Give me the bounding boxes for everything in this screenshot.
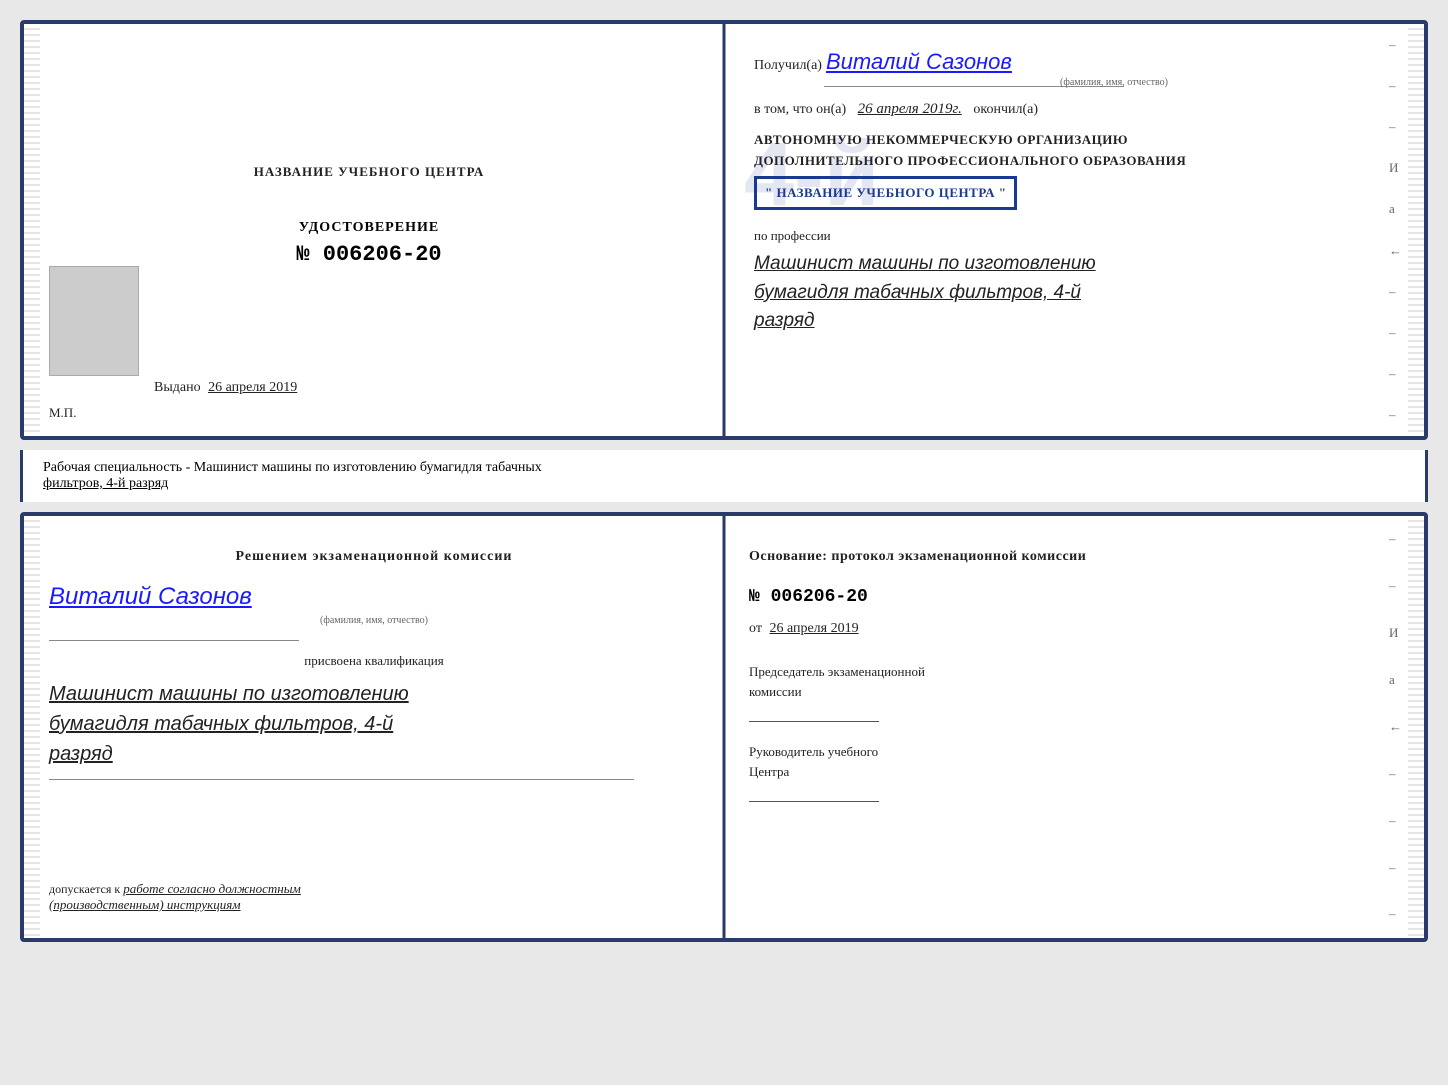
info-text2: фильтров, 4-й разряд xyxy=(43,476,168,491)
diploma-top-left: НАЗВАНИЕ УЧЕБНОГО ЦЕНТРА УДОСТОВЕРЕНИЕ №… xyxy=(24,24,714,436)
profession-line1: Машинист машины по изготовлению xyxy=(754,253,1096,274)
rukovoditel-block: Руководитель учебного Центра xyxy=(749,742,1399,802)
info-text: Рабочая специальность - Машинист машины … xyxy=(43,460,542,475)
diploma-top: НАЗВАНИЕ УЧЕБНОГО ЦЕНТРА УДОСТОВЕРЕНИЕ №… xyxy=(20,20,1428,440)
poluchil-name: Виталий Сазонов xyxy=(826,49,1012,74)
org-line2: ДОПОЛНИТЕЛЬНОГО ПРОФЕССИОНАЛЬНОГО ОБРАЗО… xyxy=(754,151,1394,172)
ot-prefix: от xyxy=(749,621,762,636)
predsedatel-label2: комиссии xyxy=(749,684,802,699)
vydano-date: 26 апреля 2019 xyxy=(208,380,297,395)
diploma-bottom-left: Решением экзаменационной комиссии Витали… xyxy=(24,516,724,938)
profession-line3: разряд xyxy=(754,310,815,331)
vtom-date: 26 апреля 2019г. xyxy=(858,101,962,117)
org-line1: АВТОНОМНУЮ НЕКОММЕРЧЕСКУЮ ОРГАНИЗАЦИЮ xyxy=(754,130,1394,151)
name-subtitle: (фамилия, имя, отчество) xyxy=(49,615,699,626)
stamp-box: " НАЗВАНИЕ УЧЕБНОГО ЦЕНТРА " xyxy=(754,176,1017,211)
vydano-label: Выдано xyxy=(154,380,201,395)
vydano-line: Выдано 26 апреля 2019 xyxy=(154,380,297,396)
prisvoena-text: присвоена квалификация xyxy=(49,653,699,669)
dopusk-prefix: допускается к xyxy=(49,882,120,896)
osnovanie: Основание: протокол экзаменационной коми… xyxy=(749,546,1399,567)
mp-line: М.П. xyxy=(49,405,76,421)
predsedatel-label: Председатель экзаменационной xyxy=(749,664,925,679)
num-line: № 006206-20 xyxy=(749,587,1399,607)
vtom-line: в том, что он(а) 26 апреля 2019г. окончи… xyxy=(754,101,1394,118)
udost-number: № 006206-20 xyxy=(296,242,441,267)
poluchil-prefix: Получил(а) xyxy=(754,58,822,73)
rukovoditel-label: Руководитель учебного xyxy=(749,744,878,759)
po-professii: по профессии xyxy=(754,228,1394,244)
profession-handwrite: Машинист машины по изготовлению бумагидл… xyxy=(754,250,1394,336)
ot-line: от 26 апреля 2019 xyxy=(749,621,1399,637)
diploma-bottom-right: Основание: протокол экзаменационной коми… xyxy=(724,516,1424,938)
udost-block: УДОСТОВЕРЕНИЕ № 006206-20 xyxy=(296,220,441,267)
ot-date: 26 апреля 2019 xyxy=(769,621,858,636)
photo-placeholder xyxy=(49,266,139,376)
qual-line2: бумагидля табачных фильтров, 4-й xyxy=(49,713,393,735)
diploma-bottom: Решением экзаменационной комиссии Витали… xyxy=(20,512,1428,942)
dopusk-text2: (производственным) инструкциям xyxy=(49,897,241,912)
profession-line2: бумагидля табачных фильтров, 4-й xyxy=(754,282,1081,303)
dopusk-text: работе согласно должностным xyxy=(123,881,301,896)
org-block: АВТОНОМНУЮ НЕКОММЕРЧЕСКУЮ ОРГАНИЗАЦИЮ ДО… xyxy=(754,130,1394,210)
person-name-big: Виталий Сазонов xyxy=(49,583,699,611)
qual-line3: разряд xyxy=(49,743,113,765)
poluchil-block: Получил(а) Виталий Сазонов (фамилия, имя… xyxy=(754,49,1394,87)
dopuskaetsya: допускается к работе согласно должностны… xyxy=(49,881,694,913)
vtom-prefix: в том, что он(а) xyxy=(754,102,846,117)
rukovoditel-label2: Центра xyxy=(749,764,789,779)
diploma-top-right: 4-й Получил(а) Виталий Сазонов (фамилия,… xyxy=(714,24,1424,436)
okochil: окончил(а) xyxy=(973,102,1038,117)
udost-label: УДОСТОВЕРЕНИЕ xyxy=(296,220,441,236)
qualification-handwrite: Машинист машины по изготовлению бумагидл… xyxy=(49,679,699,769)
info-bar: Рабочая специальность - Машинист машины … xyxy=(20,450,1428,502)
top-left-title: НАЗВАНИЕ УЧЕБНОГО ЦЕНТРА xyxy=(254,164,485,180)
predsedatel-block: Председатель экзаменационной комиссии xyxy=(749,662,1399,722)
qual-line1: Машинист машины по изготовлению xyxy=(49,683,409,705)
dashes-right-bottom: – – И а ← – – – – xyxy=(1389,516,1402,938)
section-title: Решением экзаменационной комиссии xyxy=(49,546,699,567)
